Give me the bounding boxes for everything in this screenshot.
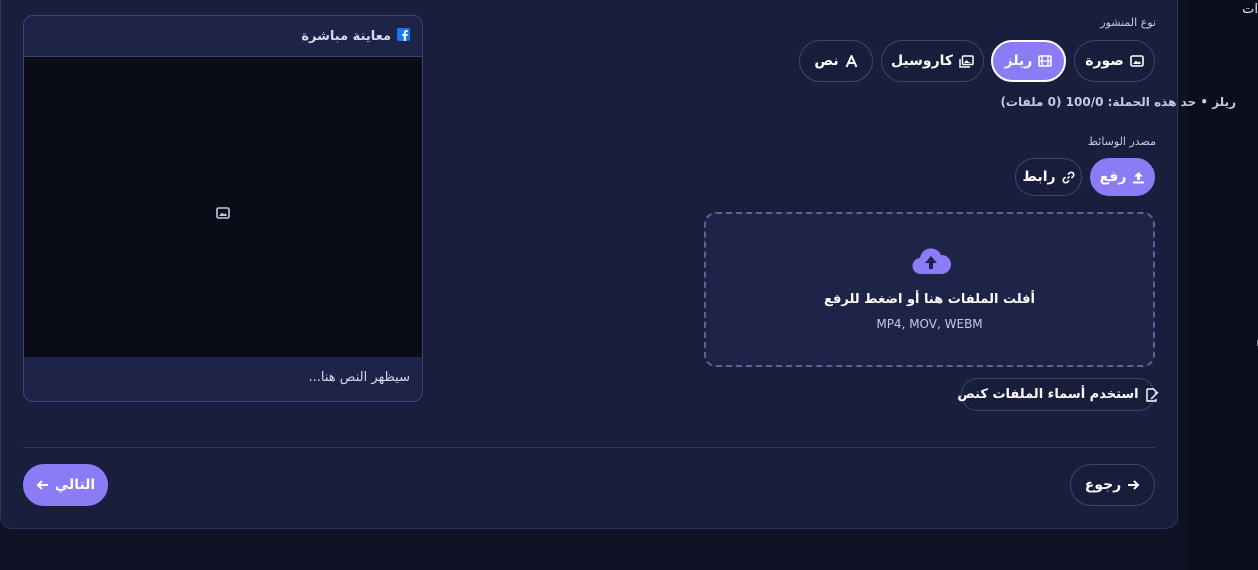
cloud-upload-icon [911,246,952,280]
media-source-link-button[interactable]: رابط [1015,158,1082,196]
media-source-label: مصدر الوسائط [1087,135,1156,148]
live-preview-caption: سيظهر النص هنا... [308,370,410,385]
dropzone-formats: MP4, MOV, WEBM [876,317,983,331]
media-source-upload-label: رفع [1099,169,1127,185]
post-type-image-button[interactable]: صورة [1074,40,1155,82]
image-icon [1130,55,1144,67]
post-type-reels-label: ريلز [1004,53,1033,69]
live-preview-media [24,57,422,357]
footer-divider [23,447,1155,448]
media-source-upload-button[interactable]: رفع [1090,158,1155,196]
back-button[interactable]: رجوع [1070,464,1155,506]
back-button-label: رجوع [1084,477,1122,493]
post-type-label: نوع المنشور [1100,16,1156,29]
use-filenames-as-text-button[interactable]: استخدم أسماء الملفات كنص [957,378,1159,411]
live-preview-header: معاينة مباشرة [24,16,422,57]
next-button[interactable]: التالي [23,464,108,506]
sidebar-partial-label: ات [1242,2,1258,17]
image-placeholder-icon [216,204,230,223]
arrow-right-icon [1127,479,1140,491]
post-type-reels-button[interactable]: ريلز [991,40,1066,82]
facebook-icon [397,27,410,45]
images-icon [959,54,974,68]
upload-dropzone[interactable]: أفلت الملفات هنا أو اضغط للرفع MP4, MOV,… [704,212,1155,367]
arrow-left-icon [36,479,49,491]
dropzone-title: أفلت الملفات هنا أو اضغط للرفع [823,292,1035,307]
film-icon [1038,55,1053,67]
use-filenames-as-text-label: استخدم أسماء الملفات كنص [957,387,1139,402]
media-source-link-label: رابط [1022,169,1056,185]
next-button-label: التالي [54,477,96,493]
live-preview-title: معاينة مباشرة [301,28,391,44]
file-signature-icon [1145,387,1159,402]
link-icon [1062,171,1075,184]
campaign-limit-text: ريلز • حد هذه الحملة: 100/0 (0 ملفات) [1000,95,1236,109]
text-icon [845,54,858,68]
post-type-carousel-button[interactable]: كاروسيل [881,40,984,82]
live-preview-card: معاينة مباشرة سيظهر النص هنا... [23,15,423,402]
post-type-text-label: نص [814,53,839,69]
post-type-image-label: صورة [1085,53,1124,69]
post-type-text-button[interactable]: نص [799,40,873,82]
upload-icon [1132,171,1145,184]
right-sidebar: ات [1188,0,1258,570]
post-type-carousel-label: كاروسيل [890,53,954,69]
